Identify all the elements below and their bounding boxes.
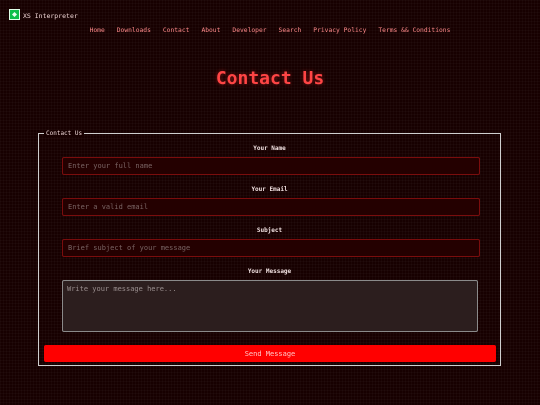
- brand-logo[interactable]: XS Interpreter: [9, 9, 78, 20]
- nav-about[interactable]: About: [201, 27, 220, 34]
- main-nav: Home Downloads Contact About Developer S…: [0, 27, 540, 34]
- send-message-button[interactable]: Send Message: [44, 345, 496, 362]
- nav-home[interactable]: Home: [90, 27, 105, 34]
- nav-downloads[interactable]: Downloads: [117, 27, 151, 34]
- page-title: Contact Us: [215, 68, 325, 89]
- subject-label: Subject: [256, 227, 283, 234]
- name-input[interactable]: [62, 157, 480, 175]
- message-textarea[interactable]: [62, 280, 478, 332]
- nav-contact[interactable]: Contact: [163, 27, 190, 34]
- nav-privacy-policy[interactable]: Privacy Policy: [313, 27, 366, 34]
- message-label: Your Message: [247, 268, 292, 275]
- brand-name: XS Interpreter: [23, 12, 78, 20]
- nav-terms-conditions[interactable]: Terms && Conditions: [378, 27, 450, 34]
- nav-search[interactable]: Search: [279, 27, 302, 34]
- email-input[interactable]: [62, 198, 480, 216]
- form-legend: Contact Us: [44, 130, 85, 137]
- nav-developer[interactable]: Developer: [232, 27, 266, 34]
- app-logo-icon: [9, 9, 20, 20]
- contact-page: XS Interpreter Home Downloads Contact Ab…: [0, 0, 540, 405]
- email-label: Your Email: [251, 186, 288, 193]
- name-label: Your Name: [253, 145, 286, 152]
- subject-input[interactable]: [62, 239, 480, 257]
- contact-form: Contact Us Your Name Your Email Subject …: [38, 130, 501, 366]
